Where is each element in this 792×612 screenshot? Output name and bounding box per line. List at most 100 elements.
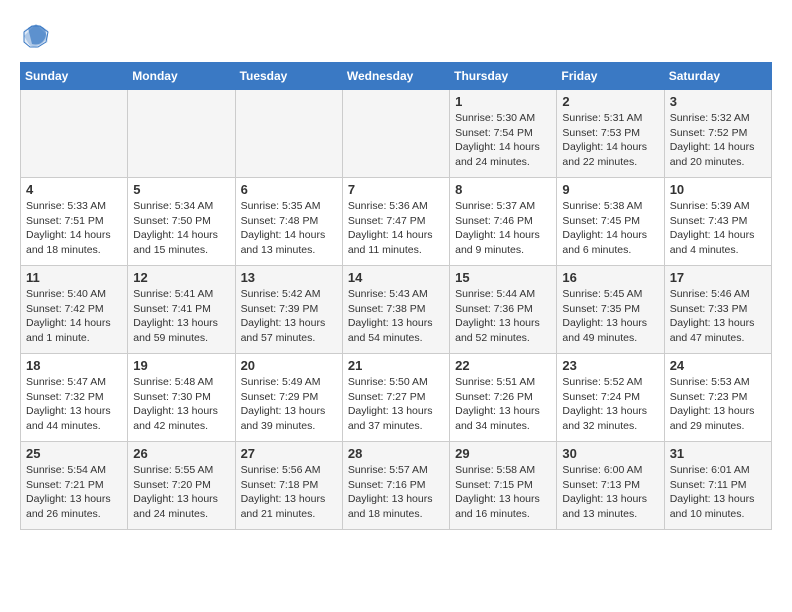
day-number: 22 — [455, 358, 551, 373]
logo-icon — [20, 20, 52, 52]
day-info: Sunrise: 5:33 AM Sunset: 7:51 PM Dayligh… — [26, 199, 122, 258]
day-cell: 22 Sunrise: 5:51 AM Sunset: 7:26 PM Dayli… — [450, 354, 557, 442]
day-cell: 10 Sunrise: 5:39 AM Sunset: 7:43 PM Dayli… — [664, 178, 771, 266]
day-number: 20 — [241, 358, 337, 373]
week-row-5: 25Sunrise: 5:54 AM Sunset: 7:21 PM Dayli… — [21, 442, 772, 530]
day-cell: 5 Sunrise: 5:34 AM Sunset: 7:50 PM Daylig… — [128, 178, 235, 266]
day-number: 14 — [348, 270, 444, 285]
day-number: 16 — [562, 270, 658, 285]
day-info: Sunrise: 5:58 AM Sunset: 7:15 PM Dayligh… — [455, 463, 551, 522]
day-cell: 25Sunrise: 5:54 AM Sunset: 7:21 PM Dayli… — [21, 442, 128, 530]
day-header-saturday: Saturday — [664, 63, 771, 90]
week-row-4: 18 Sunrise: 5:47 AM Sunset: 7:32 PM Dayli… — [21, 354, 772, 442]
day-number: 4 — [26, 182, 122, 197]
day-cell: 8Sunrise: 5:37 AM Sunset: 7:46 PM Daylig… — [450, 178, 557, 266]
page-header — [20, 20, 772, 52]
day-number: 7 — [348, 182, 444, 197]
day-info: Sunrise: 5:52 AM Sunset: 7:24 PM Dayligh… — [562, 375, 658, 434]
day-cell: 13 Sunrise: 5:42 AM Sunset: 7:39 PM Dayli… — [235, 266, 342, 354]
day-number: 30 — [562, 446, 658, 461]
day-cell: 21 Sunrise: 5:50 AM Sunset: 7:27 PM Dayli… — [342, 354, 449, 442]
day-header-monday: Monday — [128, 63, 235, 90]
day-cell: 6 Sunrise: 5:35 AM Sunset: 7:48 PM Daylig… — [235, 178, 342, 266]
day-info: Sunrise: 5:44 AM Sunset: 7:36 PM Dayligh… — [455, 287, 551, 346]
day-number: 3 — [670, 94, 766, 109]
day-header-wednesday: Wednesday — [342, 63, 449, 90]
day-number: 28 — [348, 446, 444, 461]
day-info: Sunrise: 5:35 AM Sunset: 7:48 PM Dayligh… — [241, 199, 337, 258]
day-info: Sunrise: 5:41 AM Sunset: 7:41 PM Dayligh… — [133, 287, 229, 346]
day-number: 19 — [133, 358, 229, 373]
day-number: 10 — [670, 182, 766, 197]
calendar-table: SundayMondayTuesdayWednesdayThursdayFrid… — [20, 62, 772, 530]
day-cell: 29Sunrise: 5:58 AM Sunset: 7:15 PM Dayli… — [450, 442, 557, 530]
day-header-tuesday: Tuesday — [235, 63, 342, 90]
day-info: Sunrise: 5:39 AM Sunset: 7:43 PM Dayligh… — [670, 199, 766, 258]
day-cell: 26 Sunrise: 5:55 AM Sunset: 7:20 PM Dayli… — [128, 442, 235, 530]
day-number: 6 — [241, 182, 337, 197]
day-number: 9 — [562, 182, 658, 197]
day-number: 8 — [455, 182, 551, 197]
day-cell — [21, 90, 128, 178]
day-number: 18 — [26, 358, 122, 373]
day-cell: 14Sunrise: 5:43 AM Sunset: 7:38 PM Dayli… — [342, 266, 449, 354]
day-info: Sunrise: 5:34 AM Sunset: 7:50 PM Dayligh… — [133, 199, 229, 258]
week-row-1: 1 Sunrise: 5:30 AM Sunset: 7:54 PM Daylig… — [21, 90, 772, 178]
day-cell: 2Sunrise: 5:31 AM Sunset: 7:53 PM Daylig… — [557, 90, 664, 178]
day-info: Sunrise: 5:30 AM Sunset: 7:54 PM Dayligh… — [455, 111, 551, 170]
day-cell: 23 Sunrise: 5:52 AM Sunset: 7:24 PM Dayli… — [557, 354, 664, 442]
day-number: 5 — [133, 182, 229, 197]
day-info: Sunrise: 5:51 AM Sunset: 7:26 PM Dayligh… — [455, 375, 551, 434]
day-cell — [128, 90, 235, 178]
day-number: 15 — [455, 270, 551, 285]
day-cell: 9 Sunrise: 5:38 AM Sunset: 7:45 PM Daylig… — [557, 178, 664, 266]
day-number: 24 — [670, 358, 766, 373]
day-cell: 16Sunrise: 5:45 AM Sunset: 7:35 PM Dayli… — [557, 266, 664, 354]
day-cell: 12 Sunrise: 5:41 AM Sunset: 7:41 PM Dayli… — [128, 266, 235, 354]
day-cell: 18 Sunrise: 5:47 AM Sunset: 7:32 PM Dayli… — [21, 354, 128, 442]
day-info: Sunrise: 5:50 AM Sunset: 7:27 PM Dayligh… — [348, 375, 444, 434]
day-header-friday: Friday — [557, 63, 664, 90]
day-cell: 28 Sunrise: 5:57 AM Sunset: 7:16 PM Dayli… — [342, 442, 449, 530]
day-info: Sunrise: 5:32 AM Sunset: 7:52 PM Dayligh… — [670, 111, 766, 170]
day-number: 31 — [670, 446, 766, 461]
day-cell — [342, 90, 449, 178]
day-info: Sunrise: 5:49 AM Sunset: 7:29 PM Dayligh… — [241, 375, 337, 434]
day-info: Sunrise: 5:48 AM Sunset: 7:30 PM Dayligh… — [133, 375, 229, 434]
day-number: 11 — [26, 270, 122, 285]
day-cell: 30 Sunrise: 6:00 AM Sunset: 7:13 PM Dayli… — [557, 442, 664, 530]
day-info: Sunrise: 5:36 AM Sunset: 7:47 PM Dayligh… — [348, 199, 444, 258]
day-cell: 4 Sunrise: 5:33 AM Sunset: 7:51 PM Daylig… — [21, 178, 128, 266]
day-info: Sunrise: 5:55 AM Sunset: 7:20 PM Dayligh… — [133, 463, 229, 522]
header-row: SundayMondayTuesdayWednesdayThursdayFrid… — [21, 63, 772, 90]
day-info: Sunrise: 5:38 AM Sunset: 7:45 PM Dayligh… — [562, 199, 658, 258]
day-cell: 27Sunrise: 5:56 AM Sunset: 7:18 PM Dayli… — [235, 442, 342, 530]
day-number: 26 — [133, 446, 229, 461]
day-cell: 3 Sunrise: 5:32 AM Sunset: 7:52 PM Daylig… — [664, 90, 771, 178]
day-info: Sunrise: 5:47 AM Sunset: 7:32 PM Dayligh… — [26, 375, 122, 434]
logo — [20, 20, 56, 52]
day-number: 25 — [26, 446, 122, 461]
day-info: Sunrise: 5:53 AM Sunset: 7:23 PM Dayligh… — [670, 375, 766, 434]
day-info: Sunrise: 5:46 AM Sunset: 7:33 PM Dayligh… — [670, 287, 766, 346]
day-cell: 7 Sunrise: 5:36 AM Sunset: 7:47 PM Daylig… — [342, 178, 449, 266]
day-info: Sunrise: 5:42 AM Sunset: 7:39 PM Dayligh… — [241, 287, 337, 346]
day-number: 1 — [455, 94, 551, 109]
day-header-thursday: Thursday — [450, 63, 557, 90]
day-info: Sunrise: 5:57 AM Sunset: 7:16 PM Dayligh… — [348, 463, 444, 522]
day-number: 23 — [562, 358, 658, 373]
day-cell: 24 Sunrise: 5:53 AM Sunset: 7:23 PM Dayli… — [664, 354, 771, 442]
day-cell: 15 Sunrise: 5:44 AM Sunset: 7:36 PM Dayli… — [450, 266, 557, 354]
week-row-2: 4 Sunrise: 5:33 AM Sunset: 7:51 PM Daylig… — [21, 178, 772, 266]
day-info: Sunrise: 6:01 AM Sunset: 7:11 PM Dayligh… — [670, 463, 766, 522]
day-number: 21 — [348, 358, 444, 373]
week-row-3: 11Sunrise: 5:40 AM Sunset: 7:42 PM Dayli… — [21, 266, 772, 354]
day-number: 13 — [241, 270, 337, 285]
day-cell: 20 Sunrise: 5:49 AM Sunset: 7:29 PM Dayli… — [235, 354, 342, 442]
day-number: 12 — [133, 270, 229, 285]
day-info: Sunrise: 6:00 AM Sunset: 7:13 PM Dayligh… — [562, 463, 658, 522]
day-cell: 17 Sunrise: 5:46 AM Sunset: 7:33 PM Dayli… — [664, 266, 771, 354]
day-cell: 1 Sunrise: 5:30 AM Sunset: 7:54 PM Daylig… — [450, 90, 557, 178]
day-number: 17 — [670, 270, 766, 285]
day-cell: 31 Sunrise: 6:01 AM Sunset: 7:11 PM Dayli… — [664, 442, 771, 530]
